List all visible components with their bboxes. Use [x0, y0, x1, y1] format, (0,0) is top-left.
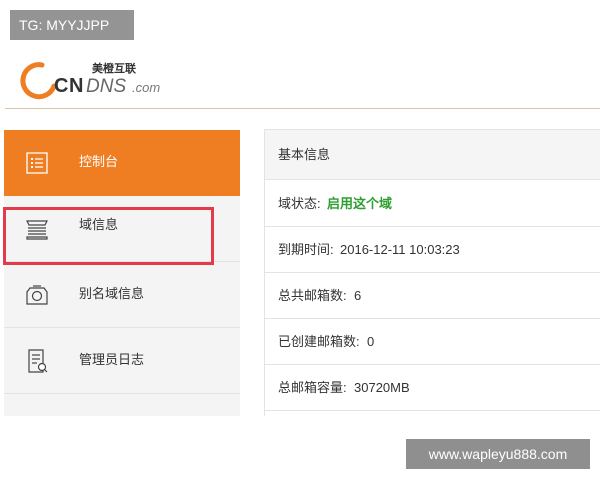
panel-title: 基本信息 [278, 147, 331, 162]
page: 美橙互联 C N DNS .com 控制台 域信息 别名域信息 管理员日志 基本… [0, 0, 600, 480]
sidebar-item-label: 别名域信息 [79, 286, 145, 301]
sidebar-item-console[interactable]: 控制台 [4, 130, 240, 196]
row-value: 6 [354, 288, 362, 303]
logo-brand-c: C [54, 75, 68, 97]
sidebar: 控制台 域信息 别名域信息 管理员日志 [4, 130, 240, 416]
row-label: 域状态: [278, 196, 321, 211]
log-icon [24, 347, 50, 375]
logo-brand-n: N [69, 75, 83, 97]
panel-header: 基本信息 [265, 130, 600, 180]
alias-icon [24, 281, 50, 309]
info-row-mailbox-capacity: 总邮箱容量: 30720MB [265, 365, 600, 411]
row-label: 已创建邮箱数: [278, 334, 360, 349]
row-value: 30720MB [354, 380, 410, 395]
row-label: 到期时间: [278, 242, 334, 257]
watermark-top: TG: MYYJJPP [10, 10, 134, 40]
list-icon [24, 149, 50, 177]
watermark-bottom: www.wapleyu888.com [406, 439, 590, 469]
sidebar-item-label: 控制台 [79, 154, 119, 169]
info-row-created-mailboxes: 已创建邮箱数: 0 [265, 319, 600, 365]
row-value: 2016-12-11 10:03:23 [340, 242, 460, 257]
info-row-expiry: 到期时间: 2016-12-11 10:03:23 [265, 227, 600, 273]
logo-cn-text: 美橙互联 [92, 61, 136, 75]
logo-brand-com: .com [132, 80, 160, 95]
logo-brand-dns: DNS [86, 76, 126, 97]
sidebar-item-admin-log[interactable]: 管理员日志 [4, 328, 240, 394]
basic-info-panel: 基本信息 域状态: 启用这个域 到期时间: 2016-12-11 10:03:2… [264, 129, 600, 416]
sidebar-item-label: 管理员日志 [79, 352, 145, 367]
row-label: 总共邮箱数: [278, 288, 347, 303]
status-value: 启用这个域 [327, 196, 393, 211]
cndns-logo[interactable]: 美橙互联 C N DNS .com [16, 58, 186, 102]
info-row-total-mailboxes: 总共邮箱数: 6 [265, 273, 600, 319]
highlight-annotation-box [3, 207, 214, 265]
row-label: 总邮箱容量: [278, 380, 347, 395]
header-divider [5, 108, 600, 109]
sidebar-item-alias-domain[interactable]: 别名域信息 [4, 262, 240, 328]
row-value: 0 [367, 334, 375, 349]
info-row-domain-status: 域状态: 启用这个域 [265, 181, 600, 227]
